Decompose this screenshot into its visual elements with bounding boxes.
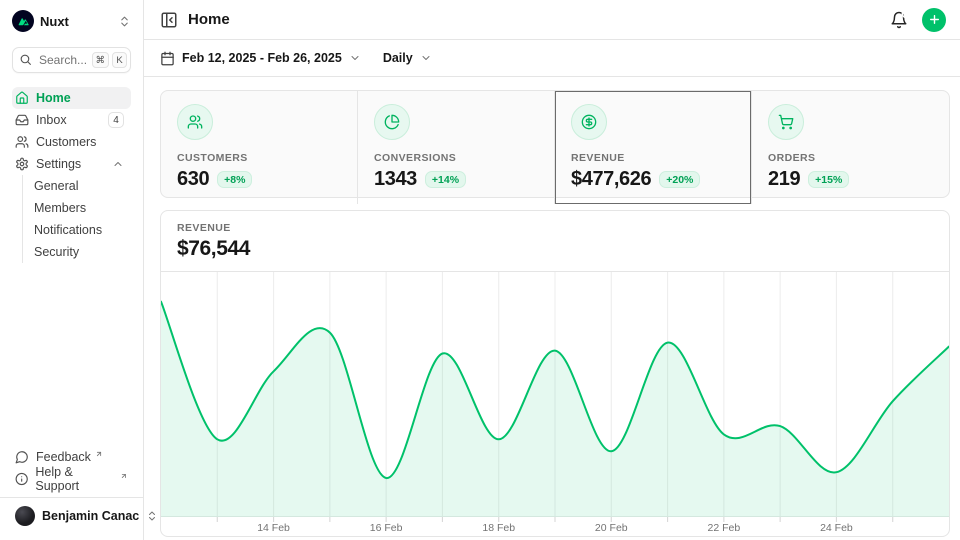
sidebar-footer: Feedback Help & Support Benjamin Canac [12, 446, 131, 530]
x-axis-label: 24 Feb [820, 522, 853, 534]
stat-label: ORDERS [768, 152, 933, 164]
chevrons-up-down-icon [118, 15, 131, 28]
users-icon [177, 104, 213, 140]
page-content: CUSTOMERS 630 +8% CONVERSIONS 1343 +14% [144, 77, 960, 540]
sidebar-item-settings[interactable]: Settings [12, 153, 131, 175]
external-link-icon [120, 472, 128, 480]
topbar-actions [890, 8, 946, 32]
info-circle-icon [15, 472, 28, 486]
sidebar-item-inbox[interactable]: Inbox 4 [12, 109, 131, 131]
message-circle-icon [15, 450, 29, 464]
topbar: Home [144, 0, 960, 40]
sidebar-item-customers[interactable]: Customers [12, 131, 131, 153]
circle-dollar-icon [571, 104, 607, 140]
house-icon [15, 91, 29, 105]
nuxt-logo-icon [12, 10, 34, 32]
x-axis-label: 20 Feb [595, 522, 628, 534]
chevron-up-icon [112, 158, 124, 170]
stat-label: CONVERSIONS [374, 152, 538, 164]
period-select[interactable]: Daily [383, 51, 432, 65]
sidebar-subitem-general[interactable]: General [34, 175, 131, 197]
stat-card-revenue[interactable]: REVENUE $477,626 +20% [555, 91, 752, 204]
chart-header: REVENUE $76,544 [161, 211, 949, 272]
inbox-count-badge: 4 [108, 112, 124, 128]
sidebar: Nuxt ⌘ K Home I [0, 0, 144, 540]
sidebar-subitem-security[interactable]: Security [34, 241, 131, 263]
chart-x-axis: 14 Feb 16 Feb 18 Feb 20 Feb 22 Feb 24 Feb [161, 522, 949, 536]
stat-delta-badge: +20% [659, 171, 700, 188]
workspace-name: Nuxt [40, 14, 69, 29]
sidebar-item-label: Home [36, 91, 71, 105]
gear-icon [15, 157, 29, 171]
avatar [15, 506, 35, 526]
revenue-chart-card: REVENUE $76,544 14 Feb 16 Feb 18 Feb 20 Feb… [160, 210, 950, 537]
sidebar-subitem-members[interactable]: Members [34, 197, 131, 219]
user-name: Benjamin Canac [42, 509, 139, 523]
main-area: Home Feb 12, 2025 - Feb 26, 2025 [144, 0, 960, 540]
shopping-cart-icon [768, 104, 804, 140]
date-range-label: Feb 12, 2025 - Feb 26, 2025 [182, 51, 342, 65]
add-button[interactable] [922, 8, 946, 32]
stat-card-orders[interactable]: ORDERS 219 +15% [752, 91, 949, 204]
help-support-label: Help & Support [35, 465, 116, 493]
filter-toolbar: Feb 12, 2025 - Feb 26, 2025 Daily [144, 40, 960, 77]
settings-submenu: General Members Notifications Security [22, 175, 131, 263]
page-title: Home [188, 11, 230, 28]
stats-row: CUSTOMERS 630 +8% CONVERSIONS 1343 +14% [160, 90, 950, 198]
stat-value: 1343 [374, 168, 417, 191]
x-axis-label: 16 Feb [370, 522, 403, 534]
stat-value: 219 [768, 168, 800, 191]
kbd-cmd: ⌘ [92, 52, 110, 68]
plus-icon [928, 13, 941, 26]
dashboard-app: Nuxt ⌘ K Home I [0, 0, 960, 540]
chart-pie-icon [374, 104, 410, 140]
sidebar-divider [0, 497, 143, 498]
calendar-icon [160, 51, 175, 66]
inbox-icon [15, 113, 29, 127]
chevron-down-icon [420, 52, 432, 64]
feedback-label: Feedback [36, 450, 91, 464]
sidebar-item-label: Settings [36, 157, 81, 171]
stat-value: 630 [177, 168, 209, 191]
sidebar-nav: Home Inbox 4 Customers Settings [12, 87, 131, 263]
x-axis-label: 14 Feb [257, 522, 290, 534]
x-axis-label: 18 Feb [482, 522, 515, 534]
chart-metric-label: REVENUE [177, 222, 933, 234]
sidebar-subitem-notifications[interactable]: Notifications [34, 219, 131, 241]
notifications-button[interactable] [890, 11, 908, 29]
stat-card-conversions[interactable]: CONVERSIONS 1343 +14% [358, 91, 555, 204]
stat-label: CUSTOMERS [177, 152, 341, 164]
panel-left-close-icon[interactable] [160, 11, 178, 29]
revenue-area-chart[interactable] [161, 272, 949, 522]
user-menu[interactable]: Benjamin Canac [12, 502, 131, 530]
date-range-picker[interactable]: Feb 12, 2025 - Feb 26, 2025 [160, 51, 361, 66]
chevron-down-icon [349, 52, 361, 64]
help-support-link[interactable]: Help & Support [12, 468, 131, 490]
stat-delta-badge: +14% [425, 171, 466, 188]
stat-card-customers[interactable]: CUSTOMERS 630 +8% [161, 91, 358, 204]
chart-metric-value: $76,544 [177, 237, 933, 261]
period-label: Daily [383, 51, 413, 65]
notification-dot [903, 10, 910, 17]
workspace-selector[interactable]: Nuxt [12, 8, 131, 34]
kbd-k: K [112, 52, 127, 68]
sidebar-item-home[interactable]: Home [12, 87, 131, 109]
search-icon [19, 53, 32, 66]
stat-value: $477,626 [571, 168, 651, 191]
search-box: ⌘ K [12, 47, 131, 73]
external-link-icon [95, 450, 103, 458]
sidebar-item-label: Customers [36, 135, 96, 149]
users-icon [15, 135, 29, 149]
sidebar-item-label: Inbox [36, 113, 67, 127]
stat-label: REVENUE [571, 152, 735, 164]
x-axis-label: 22 Feb [707, 522, 740, 534]
stat-delta-badge: +8% [217, 171, 252, 188]
stat-delta-badge: +15% [808, 171, 849, 188]
search-shortcut: ⌘ K [92, 52, 128, 68]
